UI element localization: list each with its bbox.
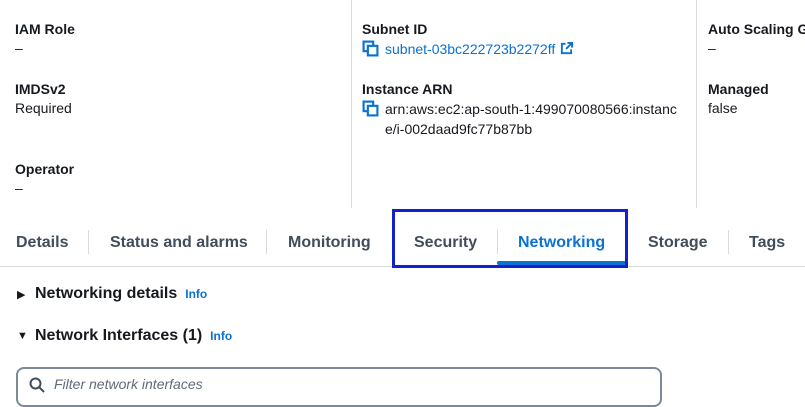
tab-status-and-alarms[interactable]: Status and alarms xyxy=(110,218,248,266)
network-interfaces-title[interactable]: Network Interfaces (1) xyxy=(35,327,202,345)
filter-network-interfaces-input[interactable]: Filter network interfaces xyxy=(16,367,662,407)
networking-details-section[interactable]: ▶ Networking details Info xyxy=(17,285,207,303)
iam-role-label: IAM Role xyxy=(15,21,75,37)
instance-arn-field: Instance ARN arn:aws:ec2:ap-south-1:4990… xyxy=(362,80,685,139)
details-column-1: IAM Role – IMDSv2 Required Operator – xyxy=(15,0,335,210)
imdsv2-value: Required xyxy=(15,100,72,116)
info-link[interactable]: Info xyxy=(210,329,232,343)
info-link[interactable]: Info xyxy=(185,287,207,301)
operator-label: Operator xyxy=(15,161,75,177)
copy-icon[interactable] xyxy=(362,100,379,117)
instance-arn-value: arn:aws:ec2:ap-south-1:499070080566:inst… xyxy=(385,101,677,137)
network-interfaces-section[interactable]: ▼ Network Interfaces (1) Info xyxy=(17,327,232,345)
tab-divider xyxy=(266,230,267,254)
tab-storage[interactable]: Storage xyxy=(648,218,708,266)
managed-value: false xyxy=(708,100,738,116)
imdsv2-label: IMDSv2 xyxy=(15,81,66,97)
operator-value: – xyxy=(15,180,23,196)
networking-details-title[interactable]: Networking details xyxy=(35,285,177,303)
iam-role-value: – xyxy=(15,40,23,56)
highlight-annotation-box xyxy=(392,209,628,268)
iam-role-field: IAM Role – xyxy=(15,20,75,58)
tab-divider xyxy=(88,230,89,254)
auto-scaling-group-label: Auto Scaling G xyxy=(708,21,805,37)
subnet-id-field: Subnet ID subnet-03bc222723b2272ff xyxy=(362,20,574,59)
auto-scaling-group-value: – xyxy=(708,40,716,56)
managed-label: Managed xyxy=(708,81,769,97)
subnet-id-label: Subnet ID xyxy=(362,21,428,37)
external-link-icon[interactable] xyxy=(560,42,574,55)
tab-divider xyxy=(728,230,729,254)
caret-right-icon[interactable]: ▶ xyxy=(17,288,29,301)
operator-field: Operator – xyxy=(15,160,74,198)
auto-scaling-group-field: Auto Scaling G – xyxy=(708,20,805,58)
search-placeholder: Filter network interfaces xyxy=(54,376,203,392)
column-divider xyxy=(351,0,352,208)
subnet-id-value[interactable]: subnet-03bc222723b2272ff xyxy=(385,41,555,57)
caret-down-icon[interactable]: ▼ xyxy=(17,330,29,342)
details-column-2: Subnet ID subnet-03bc222723b2272ff Insta… xyxy=(362,0,692,210)
tab-tags[interactable]: Tags xyxy=(749,218,785,266)
imdsv2-field: IMDSv2 Required xyxy=(15,80,72,118)
subnet-id-link[interactable]: subnet-03bc222723b2272ff xyxy=(385,39,574,59)
column-divider xyxy=(696,0,697,208)
instance-details-panel: IAM Role – IMDSv2 Required Operator – Su… xyxy=(0,0,805,210)
managed-field: Managed false xyxy=(708,80,769,118)
search-icon xyxy=(29,377,45,393)
copy-icon[interactable] xyxy=(362,40,379,57)
details-column-3: Auto Scaling G – Managed false xyxy=(708,0,805,210)
tab-monitoring[interactable]: Monitoring xyxy=(288,218,371,266)
instance-arn-label: Instance ARN xyxy=(362,81,453,97)
tab-details[interactable]: Details xyxy=(16,218,68,266)
